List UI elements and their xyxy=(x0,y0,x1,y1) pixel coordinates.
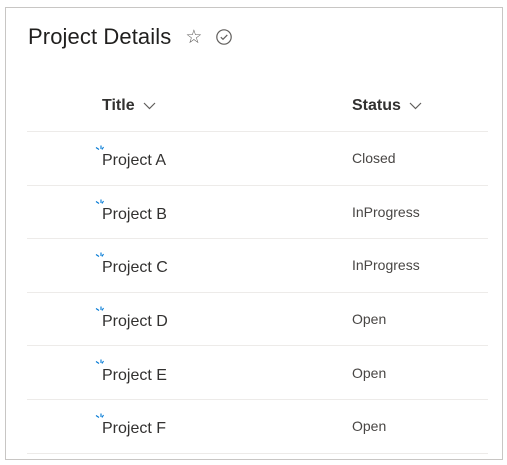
project-title-link[interactable]: Project B xyxy=(102,200,352,224)
new-item-icon xyxy=(95,410,105,420)
column-header-title-label: Title xyxy=(102,96,135,114)
table-row[interactable]: Project C InProgress xyxy=(27,239,488,293)
project-list: Title Status Project A Closed Project B … xyxy=(27,80,488,454)
column-header-status-label: Status xyxy=(352,96,401,114)
table-row[interactable]: Project D Open xyxy=(27,293,488,347)
project-title-link[interactable]: Project D xyxy=(102,307,352,331)
column-header-row: Title Status xyxy=(27,80,488,132)
table-row[interactable]: Project F Open xyxy=(27,400,488,454)
table-row[interactable]: Project E Open xyxy=(27,346,488,400)
star-icon[interactable]: ☆ xyxy=(185,28,202,47)
checkmark-circle-icon[interactable] xyxy=(215,28,233,46)
list-web-part: Project Details ☆ Title Status Project A… xyxy=(5,7,503,460)
status-value: InProgress xyxy=(352,203,420,220)
page-title: Project Details xyxy=(28,24,172,49)
project-title-link[interactable]: Project E xyxy=(102,361,352,385)
chevron-down-icon xyxy=(409,102,422,110)
column-header-title[interactable]: Title xyxy=(102,97,327,115)
status-value: Open xyxy=(352,364,387,381)
new-item-icon xyxy=(95,196,105,206)
project-title-link[interactable]: Project A xyxy=(102,146,352,170)
table-row[interactable]: Project B InProgress xyxy=(27,186,488,240)
project-title-link[interactable]: Project F xyxy=(102,414,352,438)
table-row[interactable]: Project A Closed xyxy=(27,132,488,186)
column-header-status[interactable]: Status xyxy=(352,97,422,115)
new-item-icon xyxy=(95,249,105,259)
new-item-icon xyxy=(95,142,105,152)
chevron-down-icon xyxy=(143,102,156,110)
new-item-icon xyxy=(95,303,105,313)
status-value: InProgress xyxy=(352,257,420,274)
status-value: Closed xyxy=(352,150,396,167)
status-value: Open xyxy=(352,311,387,328)
project-title-link[interactable]: Project C xyxy=(102,253,352,277)
web-part-header: Project Details ☆ xyxy=(28,22,233,52)
status-value: Open xyxy=(352,418,387,435)
new-item-icon xyxy=(95,356,105,366)
